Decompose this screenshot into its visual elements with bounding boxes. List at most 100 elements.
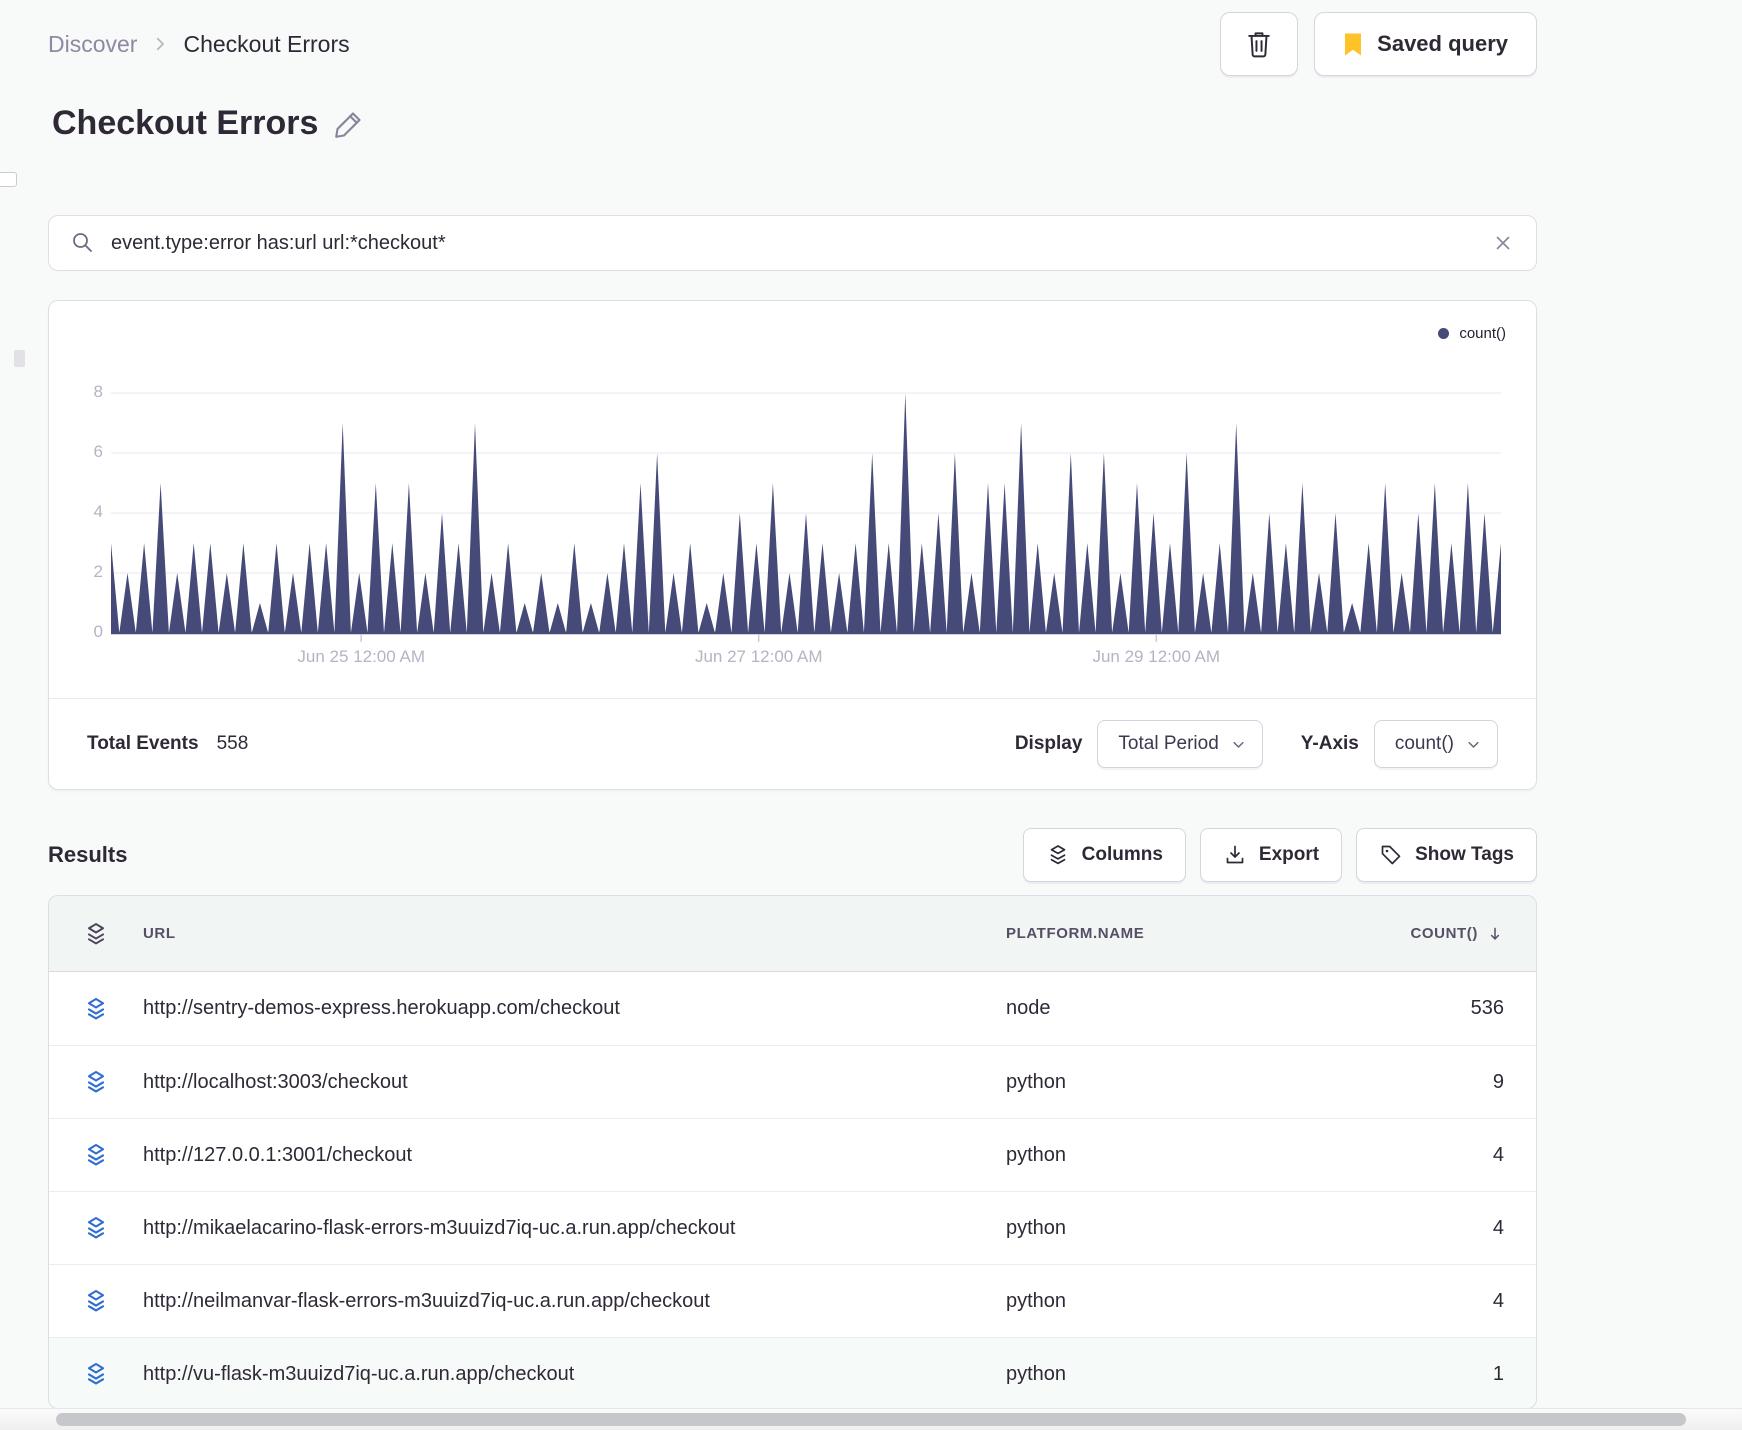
row-count: 1 <box>1492 1362 1504 1385</box>
yaxis-select[interactable]: count() <box>1373 720 1498 768</box>
y-tick-label: 0 <box>93 622 103 641</box>
x-tick-label: Jun 25 12:00 AM <box>297 647 425 666</box>
window-edge-artifact <box>14 350 25 367</box>
results-heading: Results <box>48 842 128 867</box>
horizontal-scrollbar-track <box>0 1408 1742 1430</box>
bookmark-icon <box>1345 33 1362 55</box>
header-icon-cell <box>49 921 143 947</box>
x-tick-label: Jun 27 12:00 AM <box>694 647 823 666</box>
y-tick-label: 4 <box>93 502 103 521</box>
layers-icon[interactable] <box>83 1288 109 1314</box>
row-platform: node <box>1006 997 1051 1019</box>
breadcrumb-discover-link[interactable]: Discover <box>48 31 137 58</box>
x-tick-label: Jun 29 12:00 AM <box>1092 647 1221 666</box>
breadcrumb: Discover Checkout Errors <box>48 31 350 58</box>
row-platform: python <box>1006 1289 1067 1312</box>
search-icon <box>73 233 92 252</box>
y-tick-label: 2 <box>93 562 103 581</box>
table-row[interactable]: http://127.0.0.1:3001/checkout python 4 <box>49 1118 1536 1191</box>
column-header-platform[interactable]: PLATFORM.NAME <box>1006 925 1406 942</box>
row-url[interactable]: http://127.0.0.1:3001/checkout <box>143 1144 1006 1167</box>
display-select[interactable]: Total Period <box>1097 720 1263 768</box>
delete-query-button[interactable] <box>1220 12 1299 76</box>
chevron-down-icon <box>1468 741 1479 748</box>
stack-icon <box>87 922 105 944</box>
columns-label: Columns <box>1081 844 1163 865</box>
table-row[interactable]: http://vu-flask-m3uuizd7iq-uc.a.run.app/… <box>49 1337 1536 1408</box>
layers-icon[interactable] <box>83 1069 109 1095</box>
export-button[interactable]: Export <box>1199 828 1343 882</box>
table-row[interactable]: http://sentry-demos-express.herokuapp.co… <box>49 972 1536 1045</box>
table-header: URL PLATFORM.NAME COUNT() <box>49 896 1536 972</box>
layers-icon[interactable] <box>83 996 109 1022</box>
chart-plot[interactable]: 0 2 4 6 8 Jun 25 12:00 AM Jun 27 12:00 AM Jun … <box>94 353 1501 683</box>
chart-controls: Display Total Period Y-Axis count() <box>1015 720 1498 768</box>
topbar: Discover Checkout Errors Saved query <box>48 12 1537 76</box>
tag-icon <box>1381 845 1401 865</box>
row-url[interactable]: http://localhost:3003/checkout <box>143 1071 1006 1094</box>
row-platform: python <box>1006 1143 1067 1166</box>
clear-search-icon[interactable] <box>1492 232 1514 254</box>
show-tags-button[interactable]: Show Tags <box>1356 828 1537 882</box>
chevron-down-icon <box>1233 741 1244 748</box>
columns-button[interactable]: Columns <box>1022 828 1186 882</box>
discover-saved-query-page: Discover Checkout Errors Saved query Che… <box>0 0 1742 1430</box>
column-header-url[interactable]: URL <box>143 925 1006 942</box>
edit-title-pencil-icon[interactable] <box>334 109 364 139</box>
row-count: 4 <box>1492 1289 1504 1312</box>
row-url[interactable]: http://neilmanvar-flask-errors-m3uuizd7i… <box>143 1290 1006 1313</box>
area-chart <box>111 392 1501 642</box>
yaxis-label: Y-Axis <box>1300 733 1359 754</box>
search-bar[interactable]: event.type:error has:url url:*checkout* <box>48 215 1537 271</box>
sort-desc-icon <box>1490 927 1500 940</box>
page-title: Checkout Errors <box>52 104 319 142</box>
results-row: Results Columns Export Show Tags <box>48 826 1537 884</box>
saved-query-label: Saved query <box>1377 31 1508 56</box>
display-label: Display <box>1014 733 1083 754</box>
search-input[interactable]: event.type:error has:url url:*checkout* <box>111 232 1476 255</box>
show-tags-label: Show Tags <box>1415 844 1514 865</box>
yaxis-value: count() <box>1394 733 1454 754</box>
row-platform: python <box>1006 1362 1067 1385</box>
table-body: http://sentry-demos-express.herokuapp.co… <box>49 972 1536 1408</box>
layers-icon[interactable] <box>83 1361 109 1387</box>
column-header-count[interactable]: COUNT() <box>1406 924 1536 944</box>
total-events: Total Events 558 <box>87 733 248 755</box>
events-chart-card: count() 0 2 4 6 8 Jun 25 12:00 AM Jun 27 12:0… <box>48 300 1537 790</box>
row-url[interactable]: http://vu-flask-m3uuizd7iq-uc.a.run.app/… <box>143 1363 1006 1386</box>
row-count: 4 <box>1492 1143 1504 1166</box>
y-tick-label: 8 <box>93 382 103 401</box>
total-events-value: 558 <box>216 733 249 754</box>
table-row[interactable]: http://neilmanvar-flask-errors-m3uuizd7i… <box>49 1264 1536 1337</box>
breadcrumb-chevron-icon <box>157 37 165 51</box>
window-edge-artifact <box>0 172 17 187</box>
breadcrumb-current: Checkout Errors <box>183 30 350 57</box>
y-tick-label: 6 <box>93 442 103 461</box>
columns-icon <box>1050 845 1065 865</box>
title-row: Checkout Errors <box>52 104 364 143</box>
results-actions: Columns Export Show Tags <box>1022 828 1537 882</box>
row-platform: python <box>1006 1216 1067 1239</box>
row-url[interactable]: http://sentry-demos-express.herokuapp.co… <box>143 997 1006 1020</box>
chart-legend-count[interactable]: count() <box>1438 325 1506 342</box>
trash-icon <box>1248 32 1270 58</box>
row-platform: python <box>1006 1070 1067 1093</box>
row-count: 9 <box>1492 1070 1504 1093</box>
table-row[interactable]: http://mikaelacarino-flask-errors-m3uuiz… <box>49 1191 1536 1264</box>
table-row[interactable]: http://localhost:3003/checkout python 9 <box>49 1045 1536 1118</box>
export-label: Export <box>1258 844 1320 865</box>
row-count: 4 <box>1492 1216 1504 1239</box>
export-icon <box>1226 845 1244 864</box>
row-url[interactable]: http://mikaelacarino-flask-errors-m3uuiz… <box>143 1217 1006 1240</box>
layers-icon[interactable] <box>83 1215 109 1241</box>
horizontal-scrollbar-thumb[interactable] <box>56 1413 1686 1426</box>
saved-query-button[interactable]: Saved query <box>1314 12 1537 76</box>
total-events-label: Total Events <box>87 733 199 754</box>
layers-icon[interactable] <box>83 1142 109 1168</box>
legend-dot-icon <box>1438 328 1450 339</box>
row-count: 536 <box>1470 997 1504 1019</box>
results-table: URL PLATFORM.NAME COUNT() http://sentry-… <box>48 895 1537 1409</box>
chart-footer: Total Events 558 Display Total Period Y-… <box>49 698 1536 789</box>
top-actions: Saved query <box>1220 12 1537 76</box>
legend-label: count() <box>1459 325 1506 342</box>
